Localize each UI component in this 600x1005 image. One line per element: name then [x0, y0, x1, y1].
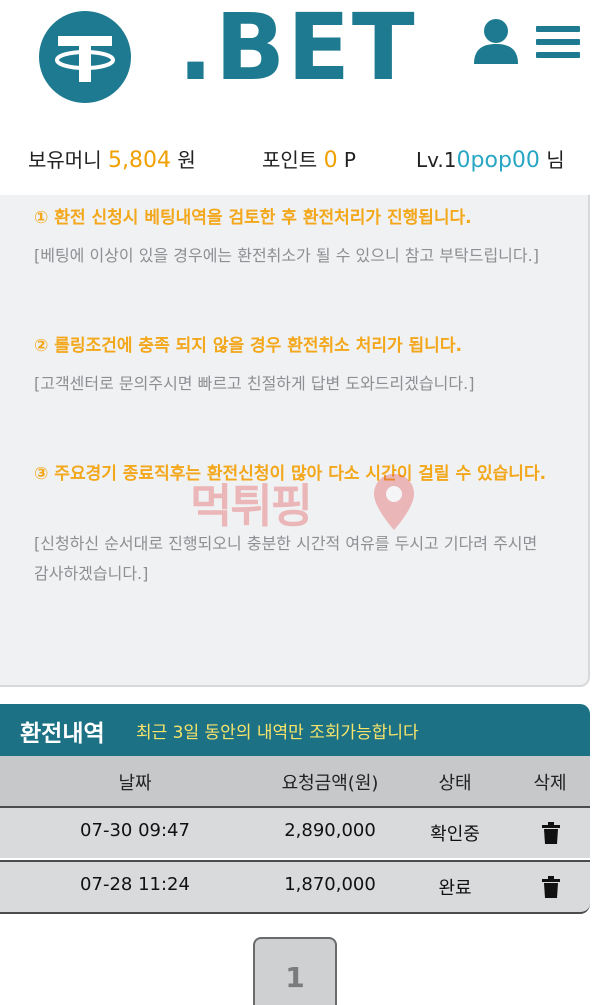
withdrawal-notice-panel: ① 환전 신청시 베팅내역을 검토한 후 환전처리가 진행됩니다. [베팅에 이…	[0, 195, 590, 687]
withdrawal-history: 환전내역 최근 3일 동안의 내역만 조회가능합니다 날짜 요청금액(원) 상태…	[0, 704, 590, 914]
money-balance: 보유머니 5,804 원	[28, 144, 196, 173]
point-value: 0	[323, 148, 338, 173]
column-delete: 삭제	[533, 773, 567, 794]
point-balance: 포인트 0 P	[262, 144, 356, 173]
row-status: 확인중	[430, 824, 480, 845]
trash-icon[interactable]	[542, 822, 560, 844]
watermark: 먹튀핑	[190, 470, 420, 540]
notice-desc: [베팅에 이상이 있을 경우에는 환전취소가 될 수 있으니 참고 부탁드립니다…	[34, 246, 539, 265]
point-label: 포인트	[262, 148, 318, 172]
row-amount: 1,870,000	[284, 874, 376, 895]
column-status: 상태	[438, 773, 472, 794]
money-value: 5,804	[107, 148, 171, 173]
logo-text: .BET	[178, 0, 417, 101]
username: 0pop00	[456, 148, 540, 173]
watermark-text: 먹튀핑	[190, 479, 313, 533]
page-button-1[interactable]: 1	[253, 937, 337, 1005]
column-amount: 요청금액(원)	[281, 773, 379, 794]
page-number: 1	[285, 961, 305, 994]
user-icon[interactable]	[472, 18, 520, 64]
history-subtitle: 최근 3일 동안의 내역만 조회가능합니다	[136, 723, 419, 743]
money-label: 보유머니	[28, 148, 102, 172]
money-unit: 원	[177, 148, 196, 172]
balance-bar: 보유머니 5,804 원 포인트 0 P Lv.10pop00 님	[0, 130, 600, 188]
table-row: 07-28 11:24 1,870,000 완료	[0, 860, 590, 914]
table-header: 날짜 요청금액(원) 상태 삭제	[0, 756, 590, 806]
history-header: 환전내역 최근 3일 동안의 내역만 조회가능합니다	[0, 704, 590, 756]
site-logo[interactable]: .BET	[36, 2, 415, 104]
site-header: .BET	[0, 0, 600, 125]
user-info: Lv.10pop00 님	[416, 144, 565, 173]
user-level: Lv.1	[416, 148, 457, 172]
notice-title: ① 환전 신청시 베팅내역을 검토한 후 환전처리가 진행됩니다.	[34, 208, 472, 228]
table-row: 07-30 09:47 2,890,000 확인중	[0, 806, 590, 858]
notice-title: ② 롤링조건에 충족 되지 않을 경우 환전취소 처리가 됩니다.	[34, 336, 462, 356]
notice-desc: [고객센터로 문의주시면 빠르고 친절하게 답변 도와드리겠습니다.]	[34, 374, 475, 393]
hamburger-menu-icon[interactable]	[536, 26, 580, 62]
row-date: 07-30 09:47	[80, 820, 190, 841]
point-unit: P	[343, 148, 356, 172]
row-date: 07-28 11:24	[80, 874, 190, 895]
trash-icon[interactable]	[542, 876, 560, 898]
row-amount: 2,890,000	[284, 820, 376, 841]
row-status: 완료	[438, 878, 472, 899]
tether-logo-icon	[39, 11, 131, 103]
map-pin-icon	[374, 474, 414, 530]
honorific: 님	[546, 148, 565, 172]
history-title: 환전내역	[20, 721, 105, 747]
column-date: 날짜	[118, 773, 152, 794]
